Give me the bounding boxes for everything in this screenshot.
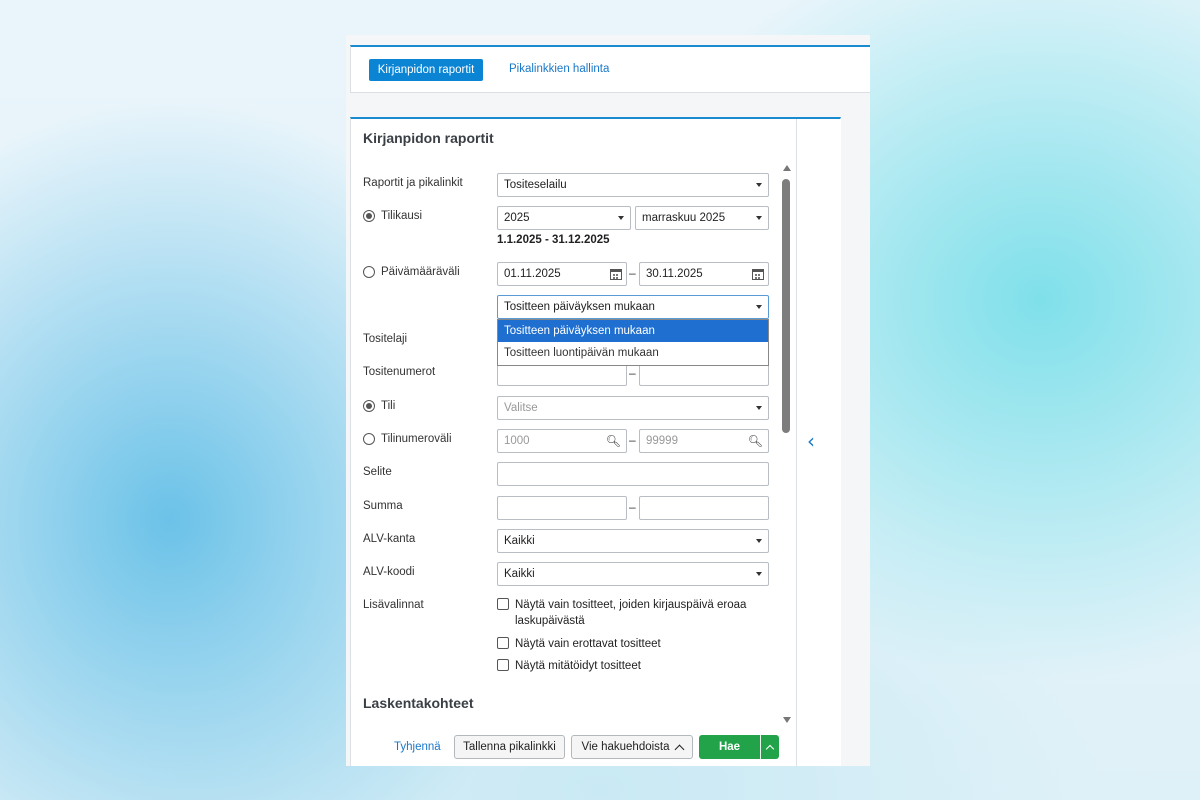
- date-to-field[interactable]: 30.11.2025: [639, 262, 769, 286]
- report-form-panel: Kirjanpidon raportit Raportit ja pikalin…: [350, 117, 841, 766]
- reports-select-value: Tositeselailu: [504, 179, 567, 191]
- form-footer: Tyhjennä Tallenna pikalinkki Vie hakuehd…: [350, 731, 796, 766]
- date-mode-select[interactable]: Tositteen päiväyksen mukaan: [497, 295, 769, 319]
- account-range-separator: –: [629, 433, 636, 447]
- radio-unselected-icon: [363, 433, 375, 445]
- vat-code-select[interactable]: Kaikki: [497, 562, 769, 586]
- extra-option-text: Näytä mitätöidyt tositteet: [515, 660, 641, 672]
- chevron-down-icon: [756, 216, 762, 220]
- calendar-icon[interactable]: [752, 269, 764, 280]
- amount-from-field[interactable]: [497, 496, 627, 520]
- chevron-down-icon: [756, 305, 762, 309]
- period-radio[interactable]: Tilikausi: [363, 210, 422, 222]
- voucher-numbers-label: Tositenumerot: [363, 366, 436, 378]
- chevron-down-icon: [756, 406, 762, 410]
- description-label: Selite: [363, 466, 392, 478]
- search-options-toggle[interactable]: [760, 735, 779, 759]
- account-from-placeholder: 1000: [504, 435, 530, 447]
- scrollbar-thumb[interactable]: [782, 179, 790, 433]
- radio-selected-icon: [363, 210, 375, 222]
- date-mode-value: Tositteen päiväyksen mukaan: [504, 301, 655, 313]
- description-field[interactable]: [497, 462, 769, 486]
- search-icon[interactable]: 🔍︎: [748, 434, 763, 448]
- cost-centers-title: Laskentakohteet: [363, 695, 474, 711]
- tab-quicklink-management[interactable]: Pikalinkkien hallinta: [509, 63, 609, 75]
- amount-to-field[interactable]: [639, 496, 769, 520]
- period-label: Tilikausi: [381, 210, 423, 222]
- tab-accounting-reports[interactable]: Kirjanpidon raportit: [369, 59, 483, 81]
- amount-separator: –: [629, 500, 636, 514]
- date-range-label: Päivämääräväli: [381, 266, 460, 278]
- tab-bar: Kirjanpidon raportit Pikalinkkien hallin…: [350, 45, 870, 93]
- date-mode-option[interactable]: Tositteen päiväyksen mukaan: [498, 320, 768, 342]
- extra-option-voided[interactable]: Näytä mitätöidyt tositteet: [497, 658, 765, 674]
- account-range-label: Tilinumeroväli: [381, 433, 452, 445]
- voucher-type-label: Tositelaji: [363, 333, 408, 345]
- report-window: Kirjanpidon raportit Pikalinkkien hallin…: [346, 35, 870, 766]
- vat-rate-value: Kaikki: [504, 535, 535, 547]
- reports-label: Raportit ja pikalinkit: [363, 177, 463, 189]
- period-year-value: 2025: [504, 212, 530, 224]
- chevron-left-icon[interactable]: ‹: [807, 429, 815, 453]
- account-to-field[interactable]: 99999 🔍︎: [639, 429, 769, 453]
- account-select[interactable]: Valitse: [497, 396, 769, 420]
- date-from-value: 01.11.2025: [504, 268, 561, 280]
- vat-rate-select[interactable]: Kaikki: [497, 529, 769, 553]
- calendar-icon[interactable]: [610, 269, 622, 280]
- export-criteria-button[interactable]: Vie hakuehdoista: [571, 735, 693, 759]
- chevron-down-icon: [756, 539, 762, 543]
- extra-option-text: Näytä vain erottavat tositteet: [515, 638, 661, 650]
- voucher-number-separator: –: [629, 366, 636, 380]
- extra-option-separating[interactable]: Näytä vain erottavat tositteet: [497, 636, 765, 652]
- extra-option-text: Näytä vain tositteet, joiden kirjauspäiv…: [515, 599, 747, 627]
- period-month-value: marraskuu 2025: [642, 212, 726, 224]
- vat-code-label: ALV-koodi: [363, 566, 415, 578]
- export-criteria-label: Vie hakuehdoista: [581, 741, 670, 753]
- date-range-radio[interactable]: Päivämääräväli: [363, 266, 460, 278]
- date-mode-dropdown: Tositteen päiväyksen mukaan Tositteen lu…: [497, 319, 769, 366]
- account-label: Tili: [381, 400, 396, 412]
- chevron-down-icon: [618, 216, 624, 220]
- vat-rate-label: ALV-kanta: [363, 533, 416, 545]
- radio-unselected-icon: [363, 266, 375, 278]
- date-from-field[interactable]: 01.11.2025: [497, 262, 627, 286]
- chevron-down-icon: [756, 183, 762, 187]
- chevron-up-icon: [674, 744, 684, 754]
- amount-label: Summa: [363, 500, 403, 512]
- account-radio[interactable]: Tili: [363, 400, 395, 412]
- account-from-field[interactable]: 1000 🔍︎: [497, 429, 627, 453]
- chevron-down-icon: [756, 572, 762, 576]
- period-range-text: 1.1.2025 - 31.12.2025: [497, 234, 610, 246]
- account-range-radio[interactable]: Tilinumeroväli: [363, 433, 452, 445]
- period-year-select[interactable]: 2025: [497, 206, 631, 230]
- form-scrollbar[interactable]: [781, 165, 793, 725]
- reports-select[interactable]: Tositeselailu: [497, 173, 769, 197]
- search-icon[interactable]: 🔍︎: [606, 434, 621, 448]
- save-quicklink-button[interactable]: Tallenna pikalinkki: [454, 735, 565, 759]
- date-mode-option[interactable]: Tositteen luontipäivän mukaan: [498, 342, 768, 364]
- vat-code-value: Kaikki: [504, 568, 535, 580]
- checkbox-icon[interactable]: [497, 637, 509, 649]
- collapse-strip[interactable]: ‹: [796, 119, 841, 766]
- clear-button[interactable]: Tyhjennä: [394, 741, 441, 753]
- checkbox-icon[interactable]: [497, 598, 509, 610]
- period-month-select[interactable]: marraskuu 2025: [635, 206, 769, 230]
- account-placeholder: Valitse: [504, 402, 538, 414]
- account-to-placeholder: 99999: [646, 435, 678, 447]
- extra-option-date-differs[interactable]: Näytä vain tositteet, joiden kirjauspäiv…: [497, 597, 765, 629]
- scroll-up-arrow-icon[interactable]: [783, 165, 791, 171]
- scroll-down-arrow-icon[interactable]: [783, 717, 791, 723]
- chevron-up-icon: [765, 744, 775, 754]
- checkbox-icon[interactable]: [497, 659, 509, 671]
- radio-selected-icon: [363, 400, 375, 412]
- panel-title: Kirjanpidon raportit: [363, 130, 494, 146]
- date-range-separator: –: [629, 266, 636, 280]
- search-button[interactable]: Hae: [699, 735, 760, 759]
- extra-options-label: Lisävalinnat: [363, 599, 424, 611]
- date-to-value: 30.11.2025: [646, 268, 703, 280]
